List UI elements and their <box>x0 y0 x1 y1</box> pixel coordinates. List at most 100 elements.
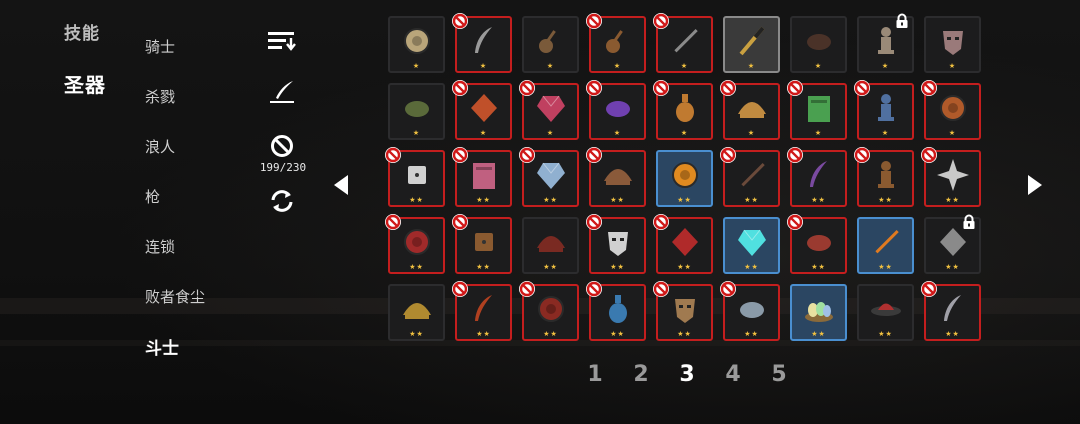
relic-slot[interactable]: ★★ <box>723 217 780 274</box>
relic-slot[interactable]: ★ <box>720 80 780 140</box>
red-orb-icon <box>403 229 430 256</box>
relic-slot[interactable]: ★★ <box>720 147 780 207</box>
rarity-stars: ★ <box>680 62 689 70</box>
rarity-stars: ★ <box>613 129 622 137</box>
relic-slot[interactable]: ★ <box>452 13 512 73</box>
lock-icon <box>963 214 975 229</box>
banjo-icon <box>605 30 623 54</box>
rarity-stars: ★★ <box>610 330 625 338</box>
brown-sprout-icon <box>877 161 894 189</box>
relic-slot[interactable]: ★ <box>653 13 713 73</box>
relic-slot[interactable]: ★ <box>586 13 646 73</box>
relic-slot[interactable]: ★★ <box>388 284 445 341</box>
cyan-mirror-icon <box>737 230 766 257</box>
prev-page-button[interactable] <box>330 172 352 198</box>
refresh-button[interactable] <box>262 187 302 215</box>
relic-slot[interactable]: ★★ <box>720 281 780 341</box>
rarity-stars: ★★ <box>945 330 960 338</box>
relic-slot[interactable]: ★★ <box>452 147 512 207</box>
ban-icon <box>854 147 870 163</box>
relic-slot[interactable]: ★★ <box>787 214 847 274</box>
ban-icon <box>720 281 736 297</box>
relic-slot[interactable]: ★★ <box>653 214 713 274</box>
relic-slot[interactable]: ★★ <box>656 150 713 207</box>
relic-slot[interactable]: ★ <box>790 16 847 73</box>
page-4[interactable]: 4 <box>722 362 744 387</box>
rarity-stars: ★★ <box>878 196 893 204</box>
red-wheel-icon <box>537 296 564 323</box>
relic-slot[interactable]: ★★ <box>857 284 914 341</box>
spear-icon <box>673 29 698 53</box>
wood-barrel-icon <box>474 233 493 252</box>
blue-robot-icon <box>877 94 894 122</box>
rarity-stars: ★ <box>613 62 622 70</box>
rarity-stars: ★★ <box>945 263 960 271</box>
next-page-button[interactable] <box>1024 172 1046 198</box>
category-knight[interactable]: 骑士 <box>145 36 175 57</box>
relic-slot[interactable]: ★★ <box>519 281 579 341</box>
page-3[interactable]: 3 <box>676 362 698 387</box>
relic-slot[interactable]: ★★ <box>522 217 579 274</box>
relic-slot[interactable]: ★ <box>388 83 445 140</box>
relic-slot[interactable]: ★ <box>854 80 914 140</box>
relic-slot[interactable]: ★ <box>723 16 780 73</box>
grey-feather-icon <box>474 27 492 54</box>
relic-slot[interactable]: ★★ <box>857 217 914 274</box>
rarity-stars: ★ <box>814 129 823 137</box>
relic-slot[interactable]: ★ <box>388 16 445 73</box>
egg-nest-icon <box>804 302 833 323</box>
relic-slot[interactable]: ★★ <box>586 281 646 341</box>
relic-slot[interactable]: ★★ <box>787 147 847 207</box>
relic-slot[interactable]: ★ <box>452 80 512 140</box>
relic-slot[interactable]: ★★ <box>586 147 646 207</box>
page-5[interactable]: 5 <box>768 362 790 387</box>
category-fighter[interactable]: 斗士 <box>145 334 179 359</box>
orange-shield-icon <box>671 162 698 189</box>
relic-slot[interactable]: ★★ <box>921 281 981 341</box>
category-slaughter[interactable]: 杀戮 <box>145 86 175 107</box>
ban-icon <box>653 13 669 29</box>
rarity-stars: ★★ <box>409 196 424 204</box>
relic-slot[interactable]: ★★ <box>452 214 512 274</box>
relic-slot[interactable]: ★★ <box>452 281 512 341</box>
rarity-stars: ★ <box>680 129 689 137</box>
main-tab-skills[interactable]: 技能 <box>64 19 100 44</box>
relic-slot[interactable]: ★ <box>921 80 981 140</box>
relic-slot[interactable]: ★ <box>787 80 847 140</box>
sort-button[interactable] <box>262 28 302 54</box>
relic-slot[interactable]: ★ <box>519 80 579 140</box>
relic-slot[interactable]: ★★ <box>924 214 981 274</box>
page-2[interactable]: 2 <box>630 362 652 387</box>
relic-slot[interactable]: ★★ <box>385 214 445 274</box>
dice-icon <box>407 166 426 185</box>
relic-slot[interactable]: ★★ <box>921 147 981 207</box>
relic-slot[interactable]: ★ <box>586 80 646 140</box>
main-tab-relics[interactable]: 圣器 <box>64 69 106 98</box>
relic-slot[interactable]: ★ <box>924 16 981 73</box>
relic-slot[interactable]: ★ <box>653 80 713 140</box>
brown-mask-icon <box>674 299 695 324</box>
rarity-stars: ★ <box>948 62 957 70</box>
relic-slot[interactable]: ★★ <box>653 281 713 341</box>
relic-slot[interactable]: ★★ <box>586 214 646 274</box>
relic-slot[interactable]: ★★ <box>854 147 914 207</box>
dark-stone-icon <box>806 34 831 51</box>
rarity-stars: ★★ <box>811 263 826 271</box>
relic-slot[interactable]: ★★ <box>790 284 847 341</box>
rarity-stars: ★★ <box>476 263 491 271</box>
relic-slot[interactable]: ★ <box>857 13 914 73</box>
category-loser-eats-dust[interactable]: 败者食尘 <box>145 286 205 307</box>
quill-button[interactable] <box>262 78 302 106</box>
page-1[interactable]: 1 <box>584 362 606 387</box>
category-gun[interactable]: 枪 <box>145 186 160 207</box>
mask-icon <box>942 31 963 56</box>
category-chain[interactable]: 连锁 <box>145 236 175 257</box>
relic-slot[interactable]: ★ <box>522 16 579 73</box>
relic-slot[interactable]: ★★ <box>385 147 445 207</box>
category-ronin[interactable]: 浪人 <box>145 136 175 157</box>
rarity-stars: ★ <box>948 129 957 137</box>
pink-tome-icon <box>472 163 495 190</box>
rarity-stars: ★★ <box>610 196 625 204</box>
ban-filter-button[interactable] <box>262 133 302 159</box>
relic-slot[interactable]: ★★ <box>519 147 579 207</box>
